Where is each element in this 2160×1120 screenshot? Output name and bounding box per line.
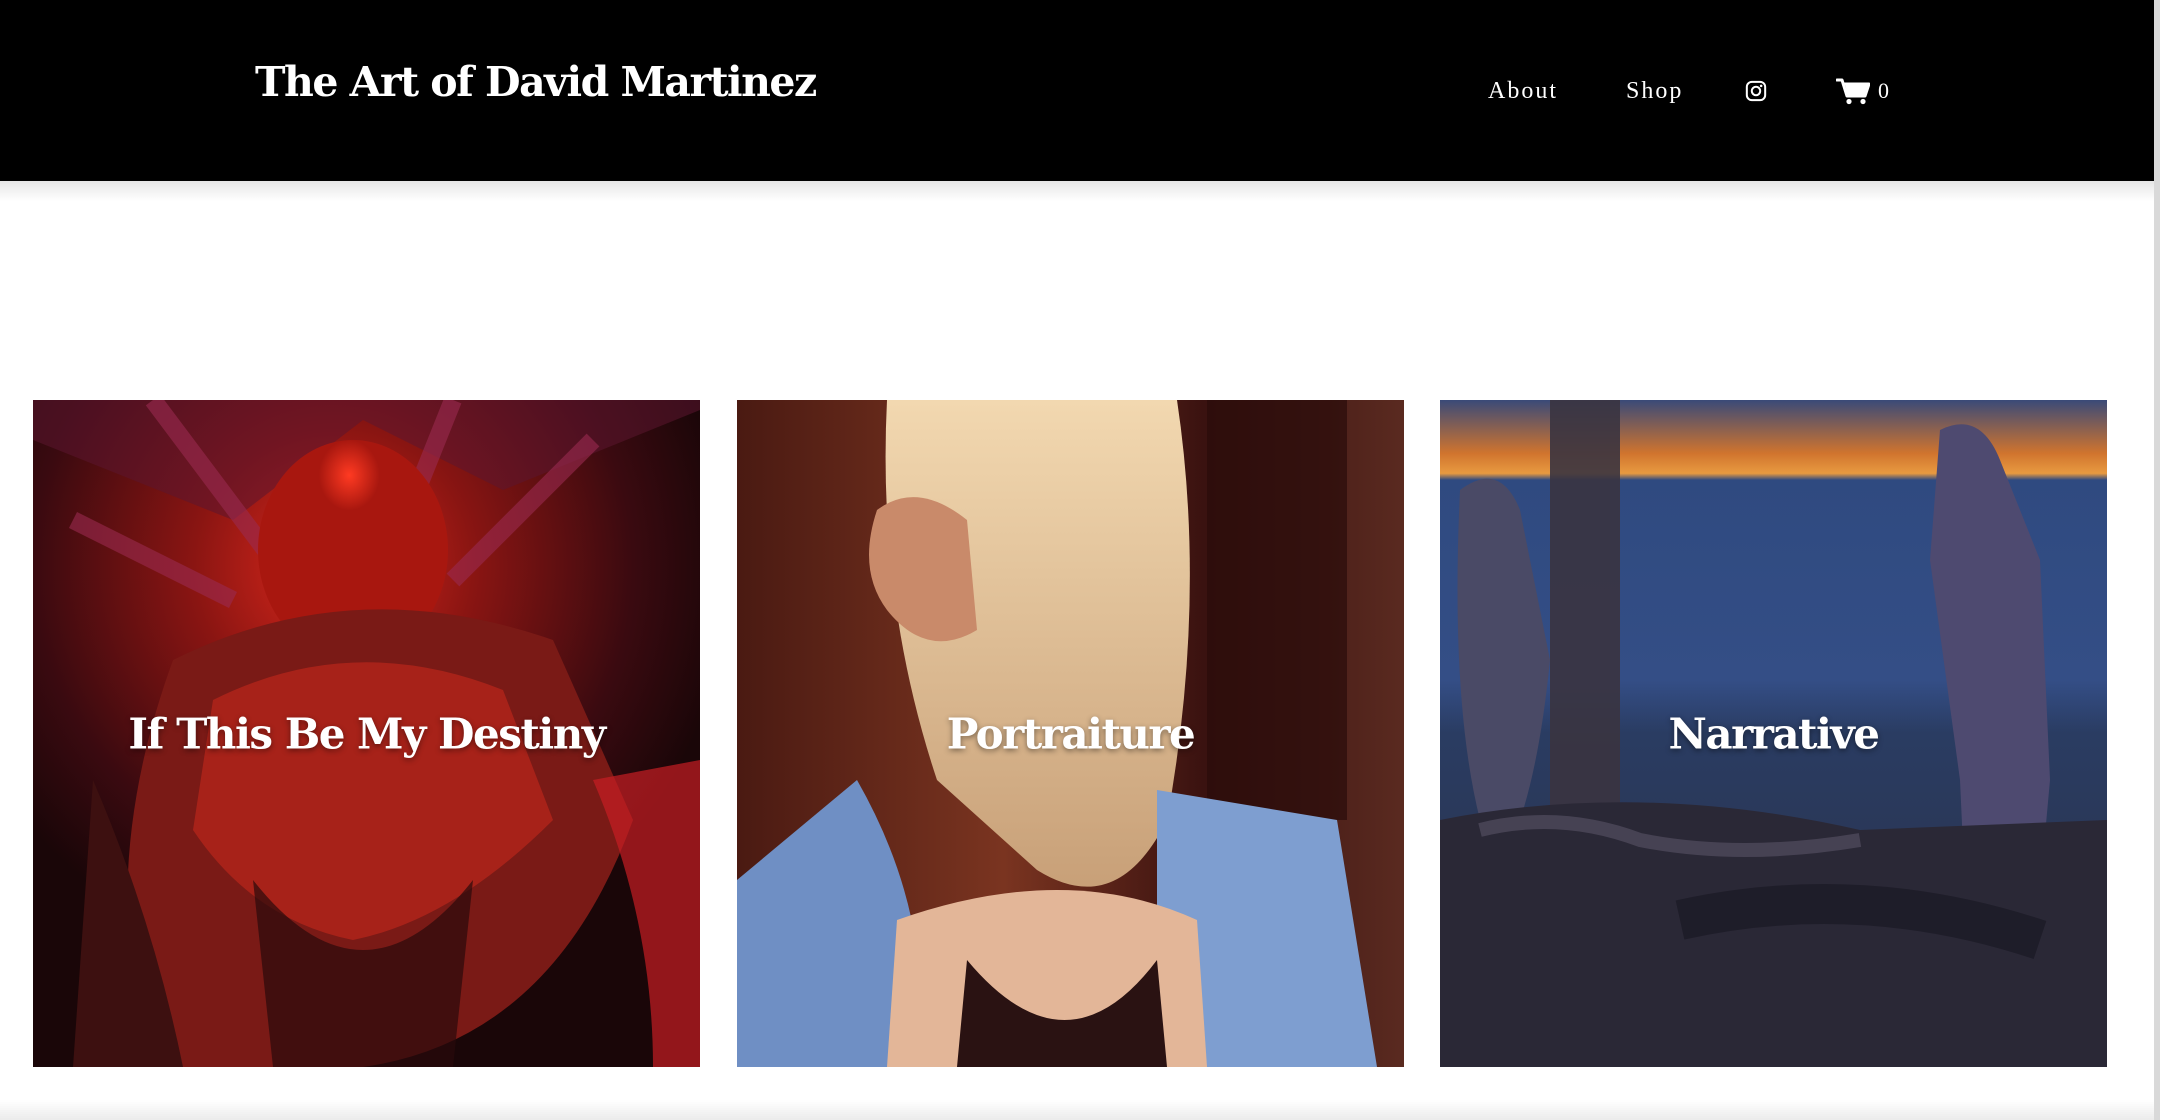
instagram-icon bbox=[1745, 80, 1767, 102]
site-header: The Art of David Martinez About Shop 0 bbox=[0, 0, 2154, 181]
cart-count: 0 bbox=[1878, 78, 1889, 103]
gallery-tile-title: Portraiture bbox=[946, 709, 1196, 758]
gallery-tile-title: Narrative bbox=[1668, 709, 1880, 758]
cart-icon bbox=[1836, 78, 1870, 105]
gallery-tile-if-this-be-my-destiny[interactable]: If This Be My Destiny bbox=[33, 400, 700, 1067]
gallery-tile-title: If This Be My Destiny bbox=[128, 709, 606, 758]
scrollbar[interactable] bbox=[2154, 0, 2160, 1120]
nav-about-link[interactable]: About bbox=[1488, 74, 1558, 108]
nav-shop-link[interactable]: Shop bbox=[1626, 74, 1683, 108]
gallery-tile-narrative[interactable]: Narrative bbox=[1440, 400, 2107, 1067]
site-title-link[interactable]: The Art of David Martinez bbox=[255, 58, 817, 107]
header-shadow bbox=[0, 181, 2154, 201]
instagram-link[interactable] bbox=[1745, 74, 1769, 108]
footer-shadow bbox=[0, 1100, 2154, 1120]
gallery-tile-portraiture[interactable]: Portraiture bbox=[737, 400, 1404, 1067]
cart-link[interactable]: 0 bbox=[1836, 74, 1889, 108]
